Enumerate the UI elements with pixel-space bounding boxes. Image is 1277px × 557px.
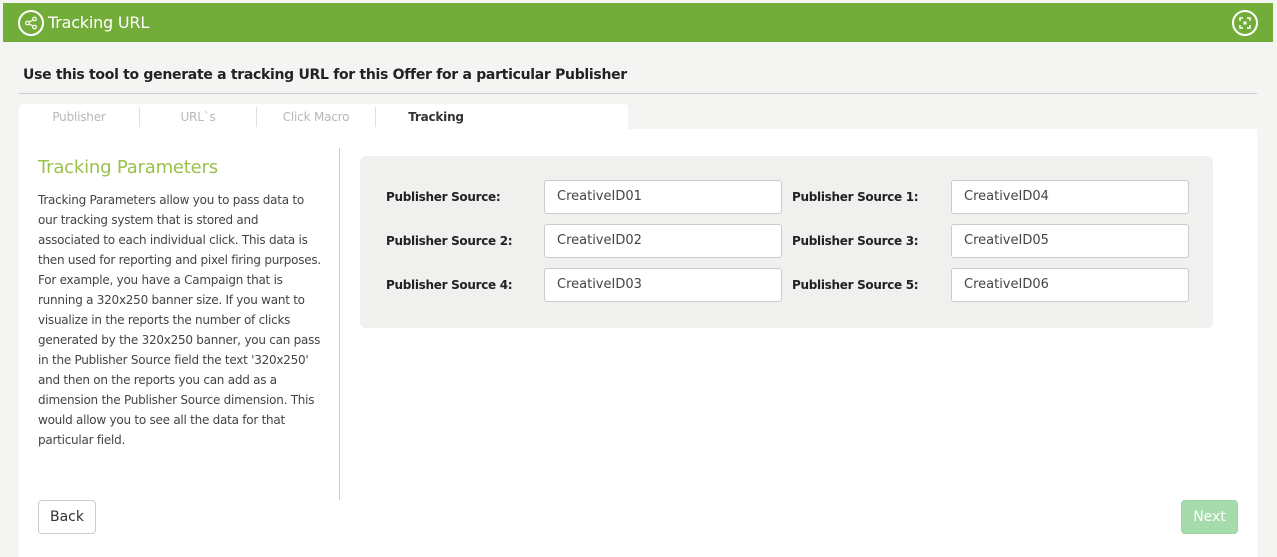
- parameters-box: Publisher Source: CreativeID01 Publisher…: [360, 156, 1213, 328]
- publisher-source-2-input[interactable]: CreativeID02: [544, 224, 782, 258]
- expand-icon[interactable]: [1232, 10, 1258, 36]
- tab-urls[interactable]: URL`s: [140, 107, 257, 127]
- publisher-source-label: Publisher Source:: [386, 190, 501, 204]
- publisher-source-1-input[interactable]: CreativeID04: [951, 180, 1189, 214]
- vertical-divider: [339, 148, 340, 500]
- publisher-source-3-input[interactable]: CreativeID05: [951, 224, 1189, 258]
- publisher-source-5-input[interactable]: CreativeID06: [951, 268, 1189, 302]
- back-button[interactable]: Back: [38, 500, 96, 534]
- publisher-source-5-label: Publisher Source 5:: [792, 278, 919, 292]
- help-paragraph-2: For example, you have a Campaign that is…: [38, 273, 321, 447]
- tracking-panel: Tracking Parameters Tracking Parameters …: [19, 129, 1257, 557]
- tab-publisher[interactable]: Publisher: [19, 107, 140, 127]
- share-icon[interactable]: [18, 9, 44, 36]
- publisher-source-3-label: Publisher Source 3:: [792, 234, 919, 248]
- publisher-source-4-input[interactable]: CreativeID03: [544, 268, 782, 302]
- tab-tracking[interactable]: Tracking: [376, 107, 496, 127]
- page-title: Tracking URL: [48, 13, 150, 32]
- publisher-source-input[interactable]: CreativeID01: [544, 180, 782, 214]
- next-button[interactable]: Next: [1181, 500, 1238, 534]
- help-paragraph-1: Tracking Parameters allow you to pass da…: [38, 193, 321, 267]
- tab-bar: Publisher URL`s Click Macro Tracking: [19, 104, 628, 130]
- publisher-source-1-label: Publisher Source 1:: [792, 190, 919, 204]
- tab-click-macro[interactable]: Click Macro: [257, 107, 376, 127]
- title-bar: Tracking URL: [3, 3, 1273, 42]
- publisher-source-2-label: Publisher Source 2:: [386, 234, 513, 248]
- tool-description: Use this tool to generate a tracking URL…: [23, 67, 627, 83]
- publisher-source-4-label: Publisher Source 4:: [386, 278, 513, 292]
- section-title: Tracking Parameters: [38, 157, 218, 178]
- section-help-text: Tracking Parameters allow you to pass da…: [38, 190, 322, 450]
- divider: [19, 93, 1257, 94]
